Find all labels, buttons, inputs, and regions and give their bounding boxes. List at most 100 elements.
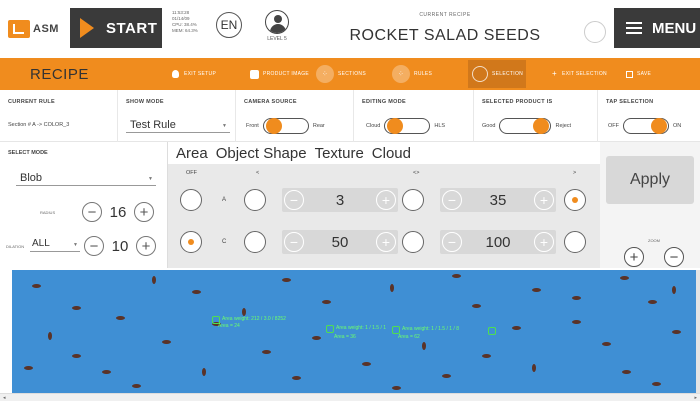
rules-icon: ⁘ <box>392 65 410 83</box>
row-c-greater-radio[interactable] <box>564 231 586 253</box>
row-a-value1[interactable]: 3 <box>336 192 344 209</box>
dilation-value: 10 <box>111 237 129 255</box>
row-a-off-radio[interactable] <box>180 189 202 211</box>
menu-button[interactable]: MENU <box>614 8 700 48</box>
row-c-off-radio[interactable] <box>180 231 202 253</box>
current-rule-caption: CURRENT RULE <box>8 99 55 105</box>
sections-icon: ⁘ <box>316 65 334 83</box>
selected-product-toggle-row: Good Reject <box>482 118 571 134</box>
editing-hls-label: HLS <box>434 123 446 129</box>
user-icon <box>265 10 289 34</box>
current-rule-value[interactable]: Section # A -> COLOR_3 <box>8 122 69 128</box>
tab-texture[interactable]: Texture <box>310 143 368 165</box>
sections-button[interactable]: ⁘ SECTIONS <box>316 65 366 83</box>
chevron-down-icon: ▼ <box>148 176 153 182</box>
row-c-between-radio[interactable] <box>402 231 424 253</box>
status-indicator <box>584 21 606 43</box>
selection-button[interactable]: SELECTION <box>472 65 523 83</box>
row-a-value2-stepper: − 35 + <box>440 188 556 212</box>
row-a-value1-minus-button[interactable]: − <box>284 190 304 210</box>
dilation-stepper: − 10 + <box>84 236 156 256</box>
row-a-between-radio[interactable] <box>402 189 424 211</box>
settings-row: CURRENT RULE Section # A -> COLOR_3 SHOW… <box>0 90 700 142</box>
detection-label: Area = 24 <box>218 323 240 329</box>
top-bar: ASM START 11:53:28 01/14/09 CPU: 38.4% M… <box>0 0 700 58</box>
dilation-minus-button[interactable]: − <box>84 236 104 256</box>
radius-minus-button[interactable]: − <box>82 202 102 222</box>
row-c-value1-stepper: − 50 + <box>282 230 398 254</box>
row-c-less-radio[interactable] <box>244 231 266 253</box>
show-mode-value: Test Rule <box>130 119 176 131</box>
selection-label: SELECTION <box>492 71 524 77</box>
scroll-left-icon[interactable]: ◂ <box>3 395 6 401</box>
tab-cloud[interactable]: Cloud <box>367 143 415 165</box>
show-mode-panel: SHOW MODE Test Rule ▼ <box>118 90 236 142</box>
editing-cloud-label: Cloud <box>366 123 381 129</box>
row-a-value1-plus-button[interactable]: + <box>376 190 396 210</box>
select-mode-panel: SELECT MODE Blob ▼ RADIUS − 16 + DILATIO… <box>0 142 168 268</box>
camera-view[interactable]: Area weight: 212 / 3.0 / 8252 Area = 24 … <box>12 270 696 393</box>
detection-box <box>488 327 496 335</box>
hamburger-icon <box>626 19 642 37</box>
camera-source-toggle-row: Front Rear <box>246 118 325 134</box>
dilation-mode-select[interactable]: ALL ▼ <box>30 238 80 252</box>
detection-label: Area = 36 <box>334 334 356 340</box>
camera-rear-label: Rear <box>312 123 325 129</box>
show-mode-select[interactable]: Test Rule ▼ <box>126 117 230 133</box>
tab-area[interactable]: Area <box>172 143 212 165</box>
product-reject-label: Reject <box>555 123 572 129</box>
select-mode-value: Blob <box>20 172 43 184</box>
zoom-label: ZOOM <box>648 238 660 243</box>
editing-mode-toggle[interactable] <box>384 118 431 134</box>
save-button[interactable]: SAVE <box>626 65 651 83</box>
zoom-out-button[interactable]: − <box>664 247 684 267</box>
row-a-greater-radio[interactable] <box>564 189 586 211</box>
start-button[interactable]: START <box>70 8 162 48</box>
row-c-value1[interactable]: 50 <box>332 234 349 251</box>
zoom-in-button[interactable]: + <box>624 247 644 267</box>
camera-source-toggle[interactable] <box>262 118 309 134</box>
tap-off-label: OFF <box>608 123 619 129</box>
camera-source-caption: CAMERA SOURCE <box>244 99 297 105</box>
tab-object-shape[interactable]: Object Shape <box>211 143 311 165</box>
detection-box <box>326 325 334 333</box>
row-a-value2-plus-button[interactable]: + <box>534 190 554 210</box>
row-a-less-radio[interactable] <box>244 189 266 211</box>
language-button[interactable]: EN <box>216 12 242 38</box>
product-image-button[interactable]: PRODUCT IMAGE <box>250 65 309 83</box>
horizontal-scrollbar[interactable]: ◂ ▸ <box>0 393 700 401</box>
header-greater-than: > <box>573 170 577 176</box>
vertical-scrollbar[interactable] <box>696 270 700 393</box>
select-mode-select[interactable]: Blob ▼ <box>16 170 156 186</box>
selected-product-toggle[interactable] <box>499 118 552 134</box>
exit-setup-button[interactable]: EXIT SETUP <box>170 65 216 83</box>
header-between: <> <box>413 170 420 176</box>
rules-button[interactable]: ⁘ RULES <box>392 65 432 83</box>
exit-selection-button[interactable]: + EXIT SELECTION <box>552 65 607 83</box>
scroll-right-icon[interactable]: ▸ <box>694 395 697 401</box>
row-a-value2[interactable]: 35 <box>490 192 507 209</box>
show-mode-caption: SHOW MODE <box>126 99 164 105</box>
row-c-value1-plus-button[interactable]: + <box>376 232 396 252</box>
camera-source-panel: CAMERA SOURCE Front Rear <box>236 90 354 142</box>
tap-selection-toggle[interactable] <box>623 118 669 134</box>
current-rule-panel: CURRENT RULE Section # A -> COLOR_3 <box>0 90 118 142</box>
tap-selection-caption: TAP SELECTION <box>606 99 654 105</box>
row-c-value2-plus-button[interactable]: + <box>534 232 554 252</box>
rule-tabs: Area Object Shape Texture Cloud <box>172 143 415 165</box>
row-c-value2-minus-button[interactable]: − <box>442 232 462 252</box>
row-a-value2-minus-button[interactable]: − <box>442 190 462 210</box>
radius-plus-button[interactable]: + <box>134 202 154 222</box>
product-good-label: Good <box>482 123 496 129</box>
system-info: 11:53:28 01/14/09 CPU: 38.4% MEM: 64.3% <box>172 10 212 34</box>
selected-product-panel: SELECTED PRODUCT IS Good Reject <box>474 90 598 142</box>
row-c-value2-stepper: − 100 + <box>440 230 556 254</box>
user-level-button[interactable]: LEVEL 5 <box>262 10 292 42</box>
toggle-knob <box>265 118 282 134</box>
dilation-plus-button[interactable]: + <box>136 236 156 256</box>
dilation-mode-value: ALL <box>32 238 50 249</box>
row-c-value2[interactable]: 100 <box>485 234 510 251</box>
product-image-label: PRODUCT IMAGE <box>263 71 310 77</box>
apply-button[interactable]: Apply <box>606 156 694 204</box>
row-c-value1-minus-button[interactable]: − <box>284 232 304 252</box>
